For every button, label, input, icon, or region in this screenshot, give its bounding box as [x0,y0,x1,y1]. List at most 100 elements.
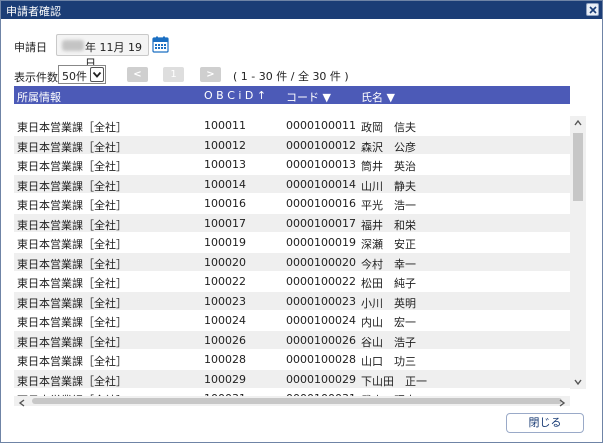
table-row[interactable]: 東日本営業課［全社］ 100022 0000100022 松田 純子 [14,272,570,291]
cell-code: 0000100016 [286,197,356,210]
table-row[interactable]: 東日本営業課［全社］ 100026 0000100026 谷山 浩子 [14,330,570,350]
cell-name: 平光 浩一 [361,199,416,212]
cell-code: 0000100020 [286,255,356,269]
title-bar: 申請者確認 [1,1,602,19]
cell-obcid: 100017 [204,216,246,230]
scroll-right-icon[interactable] [558,397,566,407]
cell-name: 山川 静夫 [361,179,416,193]
cell-name: 筒井 英治 [361,160,416,173]
scroll-up-icon[interactable] [573,118,583,128]
cell-obcid: 100024 [204,314,246,327]
cell-code: 0000100026 [286,333,356,347]
cell-obcid: 100016 [204,197,246,210]
cell-name: 深瀬 安正 [361,238,416,251]
scroll-left-icon[interactable] [18,397,26,407]
cell-code: 0000100024 [286,314,356,327]
header-name[interactable]: 氏名 ▼ [361,89,395,105]
cell-obcid: 100020 [204,255,246,269]
cell-affiliation: 東日本営業課［全社］ [17,316,127,329]
cell-affiliation: 東日本営業課［全社］ [17,160,127,173]
date-label: 申請日 [14,41,47,54]
close-button[interactable]: 閉じる [506,413,584,433]
cell-name: 内山 宏一 [361,316,416,329]
header-code[interactable]: コード ▼ [286,89,331,105]
vertical-scrollbar[interactable] [570,116,586,389]
cell-affiliation: 東日本営業課［全社］ [17,296,127,310]
cell-obcid: 100023 [204,294,246,308]
cell-obcid: 100014 [204,177,246,191]
page-info: ( 1 - 30 件 / 全 30 件 ) [233,70,349,83]
cell-code: 0000100028 [286,353,356,366]
cell-name: 政岡 信夫 [361,121,416,134]
table-row[interactable]: 東日本営業課［全社］ 100024 0000100024 内山 宏一 [14,311,570,330]
cell-affiliation: 東日本営業課［全社］ [17,257,127,271]
cell-affiliation: 東日本営業課［全社］ [17,218,127,232]
prev-page-button[interactable]: < [127,67,148,82]
table-row[interactable]: 東日本営業課［全社］ 100016 0000100016 平光 浩一 [14,194,570,213]
next-page-button[interactable]: > [200,67,221,82]
table-row[interactable]: 東日本営業課［全社］ 100011 0000100011 政岡 信夫 [14,116,570,135]
calendar-icon[interactable] [152,36,169,53]
table-row[interactable]: 東日本営業課［全社］ 100019 0000100019 深瀬 安正 [14,233,570,252]
table-row[interactable]: 東日本営業課［全社］ 100028 0000100028 山口 功三 [14,350,570,369]
cell-affiliation: 東日本営業課［全社］ [17,277,127,290]
cell-affiliation: 東日本営業課［全社］ [17,121,127,134]
table-row[interactable]: 東日本営業課［全社］ 100017 0000100017 福井 和栄 [14,213,570,233]
blurred-year [62,40,84,51]
cell-code: 0000100029 [286,372,356,386]
cell-obcid: 100011 [204,119,246,132]
cell-name: 福井 和栄 [361,218,416,232]
cell-obcid: 100013 [204,158,246,171]
cell-code: 0000100013 [286,158,356,171]
page-size-value: 50件 [62,70,87,83]
date-field[interactable]: 年 11月 19日 [56,34,149,70]
vertical-scroll-thumb[interactable] [573,133,583,201]
dialog-window: 申請者確認 申請日 年 11月 19日 表示件数 50件 < 1 > ( 1 -… [0,0,603,443]
header-obcid[interactable]: O B C i D ↑ [204,89,266,102]
cell-code: 0000100019 [286,236,356,249]
table-row[interactable]: 東日本営業課［全社］ 100023 0000100023 小川 英明 [14,291,570,311]
current-page[interactable]: 1 [163,67,184,82]
page-size-label: 表示件数 [14,71,58,84]
table-row[interactable]: 東日本営業課［全社］ 100020 0000100020 今村 幸一 [14,252,570,272]
cell-affiliation: 東日本営業課［全社］ [17,179,127,193]
table-row[interactable]: 東日本営業課［全社］ 100029 0000100029 下山田 正一 [14,369,570,389]
cell-name: 松田 純子 [361,277,416,290]
header-affiliation[interactable]: 所属情報 [17,89,61,105]
close-icon[interactable] [586,3,599,16]
page-size-select[interactable]: 50件 [58,65,106,84]
cell-name: 今村 幸一 [361,257,416,271]
cell-obcid: 100012 [204,138,246,152]
scroll-down-icon[interactable] [573,377,583,387]
cell-name: 小川 英明 [361,296,416,310]
cell-name: 森沢 公彦 [361,140,416,154]
cell-affiliation: 東日本営業課［全社］ [17,355,127,368]
cell-obcid: 100029 [204,372,246,386]
cell-affiliation: 東日本営業課［全社］ [17,140,127,154]
cell-code: 0000100017 [286,216,356,230]
cell-name: 山口 功三 [361,355,416,368]
cell-affiliation: 東日本営業課［全社］ [17,335,127,349]
table-row[interactable]: 東日本営業課［全社］ 100014 0000100014 山川 静夫 [14,174,570,194]
horizontal-scroll-thumb[interactable] [32,398,562,404]
horizontal-scrollbar[interactable] [14,396,570,407]
cell-code: 0000100012 [286,138,356,152]
cell-code: 0000100022 [286,275,356,288]
cell-obcid: 100026 [204,333,246,347]
cell-affiliation: 東日本営業課［全社］ [17,199,127,212]
cell-name: 谷山 浩子 [361,335,416,349]
cell-obcid: 100019 [204,236,246,249]
cell-affiliation: 東日本営業課［全社］ [17,238,127,251]
chevron-down-icon [90,67,104,82]
table-row[interactable]: 東日本営業課［全社］ 100013 0000100013 筒井 英治 [14,155,570,174]
table-row[interactable]: 東日本営業課［全社］ 100012 0000100012 森沢 公彦 [14,135,570,155]
cell-code: 0000100014 [286,177,356,191]
cell-obcid: 100028 [204,353,246,366]
cell-name: 下山田 正一 [361,374,427,388]
cell-affiliation: 東日本営業課［全社］ [17,374,127,388]
dialog-title: 申請者確認 [6,5,61,18]
table-header: 所属情報 O B C i D ↑ コード ▼ 氏名 ▼ [14,86,570,104]
cell-obcid: 100022 [204,275,246,288]
cell-code: 0000100011 [286,119,356,132]
cell-code: 0000100023 [286,294,356,308]
